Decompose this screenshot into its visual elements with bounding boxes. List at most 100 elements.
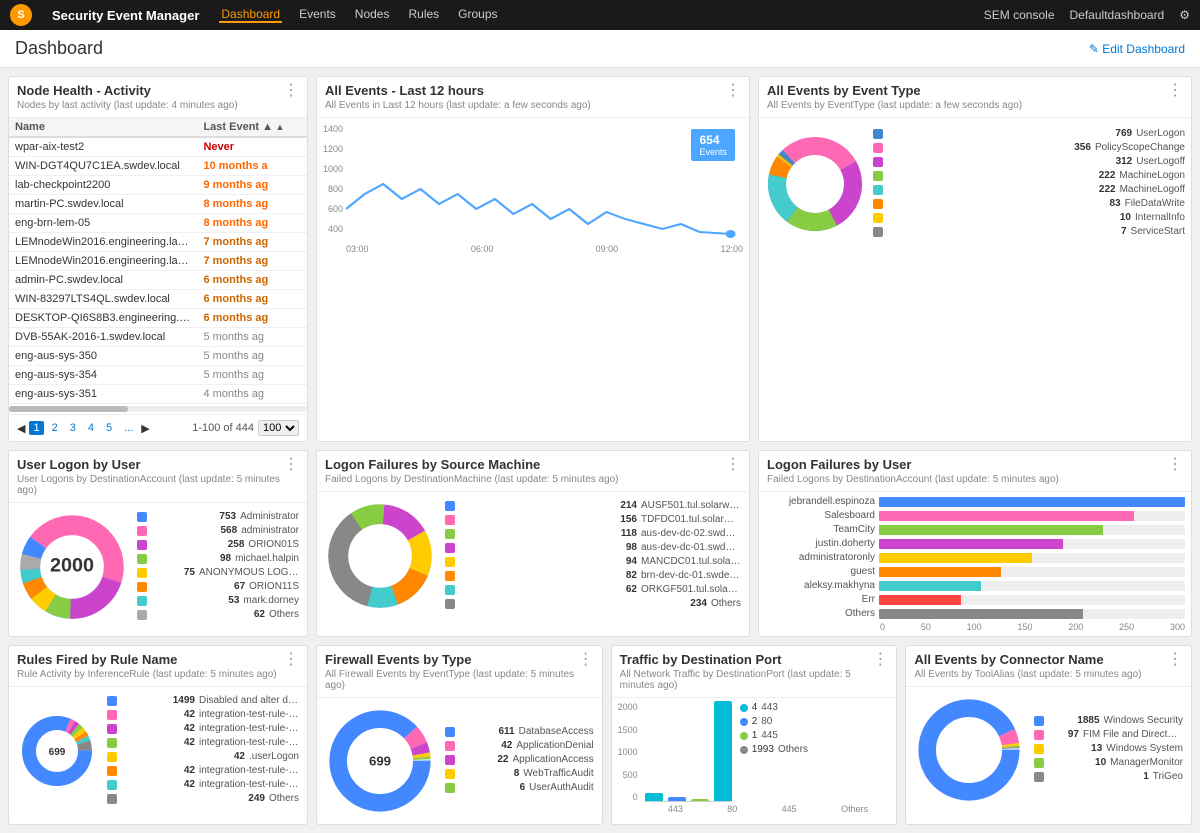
rules-fired-body: 699 1499Disabled and alter during migrat… <box>9 687 307 815</box>
firewall-events-menu[interactable]: ⋮ <box>578 652 594 668</box>
traffic-body: 2000150010005000 <box>612 698 897 818</box>
edit-dashboard-button[interactable]: ✎ Edit Dashboard <box>1089 42 1185 56</box>
legend-color-swatch <box>445 727 455 737</box>
legend-item: 13Windows System <box>1034 743 1183 754</box>
page-2[interactable]: 2 <box>48 421 62 435</box>
settings-icon[interactable]: ⚙ <box>1179 8 1190 22</box>
traffic-legend-item: 1993Others <box>740 744 808 755</box>
col-name[interactable]: Name <box>9 118 197 137</box>
all-events-menu[interactable]: ⋮ <box>725 83 741 99</box>
legend-item: 118aus-dev-dc-02.swdev.local <box>445 528 741 539</box>
line-chart-wrapper: 654 Events 140012001000800600400 03:0006… <box>323 124 743 254</box>
table-scrollbar[interactable] <box>9 406 307 412</box>
page-5[interactable]: 5 <box>102 421 116 435</box>
legend-item: 769UserLogon <box>873 128 1185 139</box>
all-events-header: All Events - Last 12 hours All Events in… <box>317 77 749 118</box>
events-by-type-menu[interactable]: ⋮ <box>1167 83 1183 99</box>
page-more[interactable]: ... <box>120 421 137 435</box>
traffic-xaxis: 44380445Others <box>618 804 891 814</box>
table-row: LEMnodeWin2016.engineering.lab.brno7 mon… <box>9 233 307 252</box>
nav-events[interactable]: Events <box>297 7 338 23</box>
page-1[interactable]: 1 <box>29 421 43 435</box>
traffic-bar-others <box>714 701 732 801</box>
hbar-row: guest <box>765 566 1185 577</box>
next-page-icon[interactable]: ▶ <box>141 422 149 435</box>
traffic-menu[interactable]: ⋮ <box>872 652 888 668</box>
top-navigation: S Security Event Manager Dashboard Event… <box>0 0 1200 30</box>
legend-item: 611DatabaseAccess <box>445 726 594 737</box>
connector-menu[interactable]: ⋮ <box>1167 652 1183 668</box>
sem-console-link[interactable]: SEM console <box>984 8 1055 22</box>
node-table-body: wpar-aix-test2NeverWIN-DGT4QU7C1EA.swdev… <box>9 137 307 404</box>
nav-groups[interactable]: Groups <box>456 7 499 23</box>
legend-item: 234Others <box>445 598 741 609</box>
logon-user-header: Logon Failures by User Failed Logons by … <box>759 451 1191 492</box>
legend-color-swatch <box>1034 730 1044 740</box>
legend-item: 258ORION01S <box>137 539 299 550</box>
legend-color-swatch <box>137 596 147 606</box>
legend-item: 22ApplicationAccess <box>445 754 594 765</box>
page-4[interactable]: 4 <box>84 421 98 435</box>
connector-legend: 1885Windows Security97FIM File and Direc… <box>1034 715 1183 785</box>
logon-source-body: 214AUSF501.tul.solarwinds.net156TDFDC01.… <box>317 492 749 620</box>
page-header: Dashboard ✎ Edit Dashboard <box>0 30 1200 68</box>
user-menu[interactable]: Defaultdashboard <box>1070 8 1165 22</box>
hbar-row: aleksy.makhyna <box>765 580 1185 591</box>
legend-item: 42ApplicationDenial <box>445 740 594 751</box>
rules-fired-header: Rules Fired by Rule Name Rule Activity b… <box>9 646 307 687</box>
traffic-dest-port-card: Traffic by Destination Port All Network … <box>611 645 898 825</box>
hbar-row: Others <box>765 608 1185 619</box>
prev-page-icon[interactable]: ◀ <box>17 422 25 435</box>
per-page-select[interactable]: 1005025 <box>258 420 299 436</box>
legend-color-swatch <box>137 554 147 564</box>
firewall-donut: 699 <box>325 706 435 816</box>
firewall-layout: 699 611DatabaseAccess 42ApplicationDenial… <box>317 698 602 824</box>
chart-with-yaxis: 140012001000800600400 03:0006:0009:0012:… <box>323 124 743 254</box>
legend-color-swatch <box>107 710 117 720</box>
logon-user-xaxis: 050100150200250300 <box>765 622 1185 632</box>
all-events-body: 654 Events 140012001000800600400 03:0006… <box>317 118 749 260</box>
legend-item: 222MachineLogon <box>873 170 1185 181</box>
rules-fired-title: Rules Fired by Rule Name <box>17 652 277 667</box>
logon-user-menu[interactable]: ⋮ <box>1167 457 1183 473</box>
hbar-row: Salesboard <box>765 510 1185 521</box>
logon-source-menu[interactable]: ⋮ <box>725 457 741 473</box>
rules-fired-menu[interactable]: ⋮ <box>283 652 299 668</box>
legend-item: 42integration-test-rule-with-mail-a... <box>107 737 299 748</box>
table-row: lab-checkpoint22009 months ag <box>9 176 307 195</box>
legend-color-swatch <box>137 526 147 536</box>
nav-nodes[interactable]: Nodes <box>353 7 392 23</box>
legend-color-swatch <box>445 585 455 595</box>
legend-color-swatch <box>873 171 883 181</box>
user-logon-menu[interactable]: ⋮ <box>283 457 299 473</box>
hbar-row: administratoronly <box>765 552 1185 563</box>
table-row: WIN-83297LTS4QL.swdev.local6 months ag <box>9 290 307 309</box>
pagination-info: 1-100 of 444 <box>192 422 254 434</box>
legend-item: 568administrator <box>137 525 299 536</box>
events-by-type-card: All Events by Event Type All Events by E… <box>758 76 1192 442</box>
col-event[interactable]: Last Event ▲ <box>197 118 307 137</box>
nav-dashboard[interactable]: Dashboard <box>219 7 282 23</box>
legend-item: 83FileDataWrite <box>873 198 1185 209</box>
legend-item: 222MachineLogoff <box>873 184 1185 195</box>
legend-color-swatch <box>107 724 117 734</box>
user-logon-donut: 2000 <box>17 512 127 622</box>
page-3[interactable]: 3 <box>66 421 80 435</box>
connector-name-card: All Events by Connector Name All Events … <box>905 645 1192 825</box>
events-type-donut <box>765 124 865 244</box>
node-health-menu[interactable]: ⋮ <box>283 83 299 99</box>
hbar-row: Err <box>765 594 1185 605</box>
nav-rules[interactable]: Rules <box>406 7 441 23</box>
traffic-yaxis: 2000150010005000 <box>618 702 641 802</box>
user-logon-subtitle: User Logons by DestinationAccount (last … <box>17 474 283 496</box>
connector-donut <box>914 695 1024 805</box>
firewall-events-subtitle: All Firewall Events by EventType (last u… <box>325 669 578 691</box>
logon-user-title: Logon Failures by User <box>767 457 1059 472</box>
table-row: eng-aus-sys-3545 months ag <box>9 366 307 385</box>
rules-fired-legend: 1499Disabled and alter during migrat...4… <box>107 695 299 807</box>
legend-color-swatch <box>445 543 455 553</box>
legend-color-swatch <box>107 780 117 790</box>
legend-color-swatch <box>1034 758 1044 768</box>
legend-color-swatch <box>137 610 147 620</box>
rules-fired-subtitle: Rule Activity by InferenceRule (last upd… <box>17 669 277 680</box>
